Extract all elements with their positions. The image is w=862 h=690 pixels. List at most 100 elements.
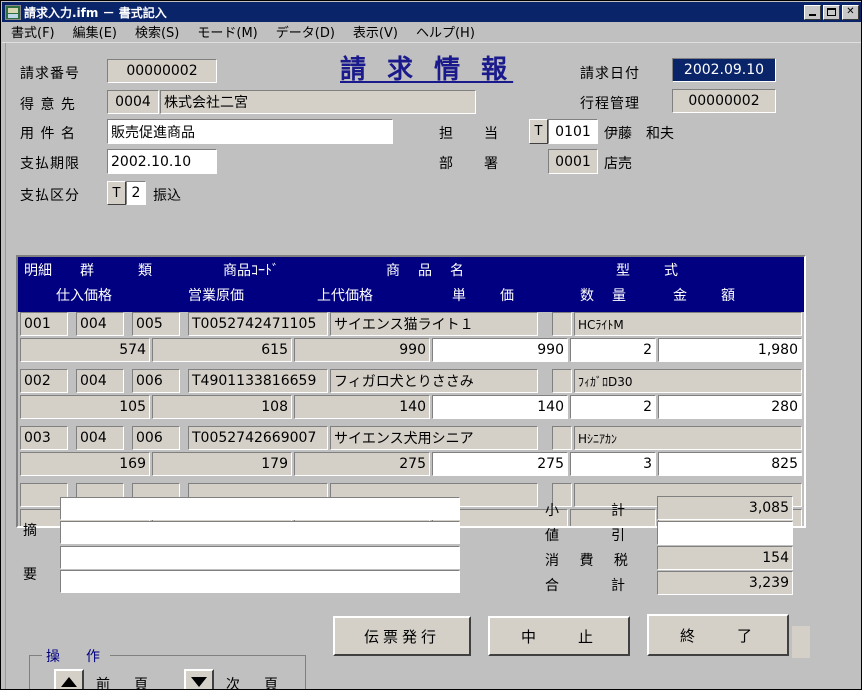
- cell-unit-price[interactable]: 990: [432, 338, 568, 362]
- pay-type-label: 支払区分: [20, 188, 80, 204]
- cell-group[interactable]: 004: [76, 369, 124, 393]
- cell-kind[interactable]: 005: [132, 312, 180, 336]
- triangle-up-icon: [61, 677, 77, 687]
- issue-slip-button[interactable]: 伝票発行: [333, 616, 471, 656]
- department-name: 店売: [604, 156, 632, 172]
- customer-label: 得 意 先: [20, 97, 76, 113]
- cancel-button[interactable]: 中 止: [488, 616, 630, 656]
- menu-item-format[interactable]: 書式(F): [2, 21, 64, 43]
- department-code-field: 0001: [548, 149, 598, 174]
- cell-detail-no[interactable]: 001: [20, 312, 68, 336]
- triangle-down-icon: [191, 677, 207, 687]
- menu-item-search[interactable]: 検索(S): [126, 21, 188, 43]
- pay-type-code-input[interactable]: 2: [126, 181, 146, 205]
- cell-unit-price[interactable]: 275: [432, 452, 568, 476]
- subject-input[interactable]: 販売促進商品: [107, 119, 393, 144]
- cell-kind[interactable]: 006: [132, 426, 180, 450]
- remarks-input-4[interactable]: [60, 570, 460, 593]
- cell-group[interactable]: 004: [76, 426, 124, 450]
- discount-input[interactable]: [657, 521, 793, 545]
- app-form-icon: [5, 4, 21, 20]
- cell-detail-no[interactable]: 003: [20, 426, 68, 450]
- application-window: 請求入力.ifm － 書式記入 ✕ 書式(F) 編集(E) 検索(S) モード(…: [0, 0, 862, 690]
- menu-item-mode[interactable]: モード(M): [188, 21, 266, 43]
- cell-amount[interactable]: 1,980: [658, 338, 802, 362]
- remarks-input-1[interactable]: [60, 497, 460, 520]
- due-date-label: 支払期限: [20, 156, 80, 172]
- close-icon: ✕: [846, 6, 855, 17]
- cell-detail-no[interactable]: 002: [20, 369, 68, 393]
- cell-operating-cost[interactable]: 108: [152, 395, 292, 419]
- cell-product-code[interactable]: T0052742471105: [188, 312, 328, 336]
- next-page-button[interactable]: [184, 669, 214, 689]
- prev-page-button[interactable]: [54, 669, 84, 689]
- cell-product-name[interactable]: サイエンス犬用シニア: [330, 426, 538, 450]
- cell-product-name[interactable]: フィガロ犬とりささみ: [330, 369, 538, 393]
- maximize-button[interactable]: [823, 4, 840, 20]
- remarks-input-2[interactable]: [60, 521, 460, 544]
- menu-item-help[interactable]: ヘルプ(H): [407, 21, 484, 43]
- cell-product-code[interactable]: T0052742669007: [188, 426, 328, 450]
- cell-operating-cost[interactable]: 615: [152, 338, 292, 362]
- cell-flag[interactable]: [552, 426, 572, 450]
- grandtotal-value: 3,239: [657, 571, 793, 595]
- operation-groupbox-legend: 操 作: [42, 646, 110, 666]
- process-mgmt-value: 00000002: [672, 89, 776, 113]
- grid-header-unit-price: 単 価: [452, 288, 516, 304]
- cell-product-code[interactable]: T4901133816659: [188, 369, 328, 393]
- cell-list-price[interactable]: 140: [294, 395, 430, 419]
- cell-quantity[interactable]: 2: [570, 395, 656, 419]
- pay-type-lookup-button[interactable]: T: [107, 181, 126, 205]
- cell-purchase-price[interactable]: 574: [20, 338, 150, 362]
- grid-header-operating-cost: 営業原価: [188, 288, 244, 304]
- cell-flag[interactable]: [552, 369, 572, 393]
- minimize-button[interactable]: [804, 4, 821, 20]
- cell-product-name[interactable]: サイエンス猫ライト１: [330, 312, 538, 336]
- invoice-date-input[interactable]: 2002.09.10: [672, 58, 776, 82]
- form-client-area: 請 求 情 報 請求番号 00000002 得 意 先 0004 株式会社二宮 …: [2, 42, 861, 690]
- cell-amount[interactable]: 825: [658, 452, 802, 476]
- cell-purchase-price[interactable]: 169: [20, 452, 150, 476]
- cell-purchase-price[interactable]: 105: [20, 395, 150, 419]
- cell-list-price[interactable]: 990: [294, 338, 430, 362]
- cell-quantity[interactable]: 2: [570, 338, 656, 362]
- detail-grid: 明細 群 類 商品ｺｰﾄﾞ 商 品 名 型 式 仕入価格 営業原価 上代価格 単…: [16, 255, 806, 528]
- department-label: 部 署: [439, 156, 499, 172]
- cell-amount[interactable]: 280: [658, 395, 802, 419]
- grid-header-amount: 金 額: [673, 288, 737, 304]
- grandtotal-label: 合 計: [545, 578, 633, 594]
- customer-code-field[interactable]: 0004: [107, 90, 159, 114]
- grid-header-product-name: 商 品 名: [386, 263, 466, 279]
- cell-operating-cost[interactable]: 179: [152, 452, 292, 476]
- pay-type-name: 振込: [153, 188, 181, 204]
- title-bar: 請求入力.ifm － 書式記入 ✕: [2, 2, 861, 22]
- grid-header-purchase-price: 仕入価格: [56, 288, 112, 304]
- staff-code-input[interactable]: 0101: [548, 119, 598, 144]
- menu-item-view[interactable]: 表示(V): [344, 21, 407, 43]
- cell-list-price[interactable]: 275: [294, 452, 430, 476]
- menu-item-data[interactable]: データ(D): [267, 21, 344, 43]
- menu-item-edit[interactable]: 編集(E): [64, 21, 126, 43]
- remarks-input-3[interactable]: [60, 546, 460, 569]
- cell-unit-price[interactable]: 140: [432, 395, 568, 419]
- cell-model[interactable]: HCﾗｲﾄM: [574, 312, 802, 336]
- due-date-input[interactable]: 2002.10.10: [107, 149, 217, 174]
- discount-label: 値 引: [545, 528, 633, 544]
- exit-button[interactable]: 終 了: [647, 614, 789, 656]
- staff-label: 担 当: [439, 126, 499, 142]
- cell-model[interactable]: Hｼﾆｱｶﾝ: [574, 426, 802, 450]
- grid-header-detail-no: 明細: [24, 263, 52, 279]
- staff-lookup-button[interactable]: T: [529, 119, 548, 144]
- cell-kind[interactable]: 006: [132, 369, 180, 393]
- cell-flag[interactable]: [552, 312, 572, 336]
- cell-model[interactable]: ﾌｨｶﾞﾛD30: [574, 369, 802, 393]
- cell-quantity[interactable]: 3: [570, 452, 656, 476]
- remarks-label-line2: 要: [23, 567, 37, 583]
- cell-group[interactable]: 004: [76, 312, 124, 336]
- prev-page-label: 前 頁: [96, 677, 153, 690]
- invoice-no-label: 請求番号: [20, 66, 80, 82]
- window-controls: ✕: [804, 4, 860, 20]
- grid-header-group: 群: [80, 263, 94, 279]
- close-button[interactable]: ✕: [842, 4, 859, 20]
- grid-header-quantity: 数 量: [580, 288, 628, 304]
